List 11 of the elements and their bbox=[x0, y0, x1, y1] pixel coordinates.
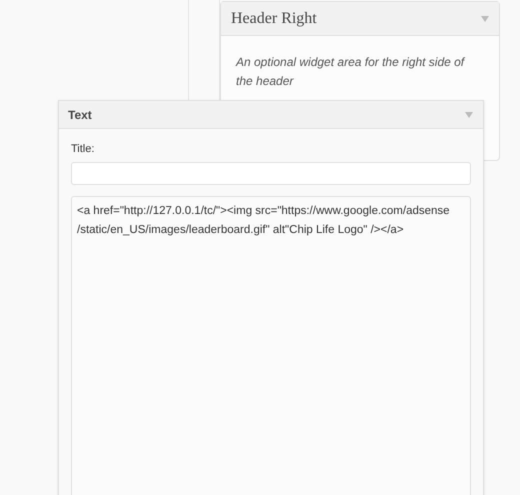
caret-down-icon[interactable] bbox=[481, 16, 489, 22]
widget-header[interactable]: Text bbox=[59, 101, 483, 129]
panel-header[interactable]: Header Right bbox=[221, 2, 499, 36]
caret-down-icon[interactable] bbox=[465, 112, 473, 118]
widget-title: Text bbox=[68, 106, 92, 124]
title-input[interactable] bbox=[71, 162, 471, 184]
content-textarea[interactable]: <a href="http://127.0.0.1/tc/"><img src="https://www.google.com/adsense/static/en_US/images/leaderboard.gif" alt"Chip Life Logo" /></a> bbox=[71, 196, 471, 495]
panel-description: An optional widget area for the right side of the header bbox=[234, 54, 466, 90]
title-label: Title: bbox=[71, 142, 96, 157]
panel-title: Header Right bbox=[231, 8, 317, 28]
html-code: <a href="http://127.0.0.1/tc/"><img src="https://www.google.com/adsense/static/en_US/images/leaderboard.gif" alt"Chip Life Logo" /></a> bbox=[77, 204, 450, 236]
